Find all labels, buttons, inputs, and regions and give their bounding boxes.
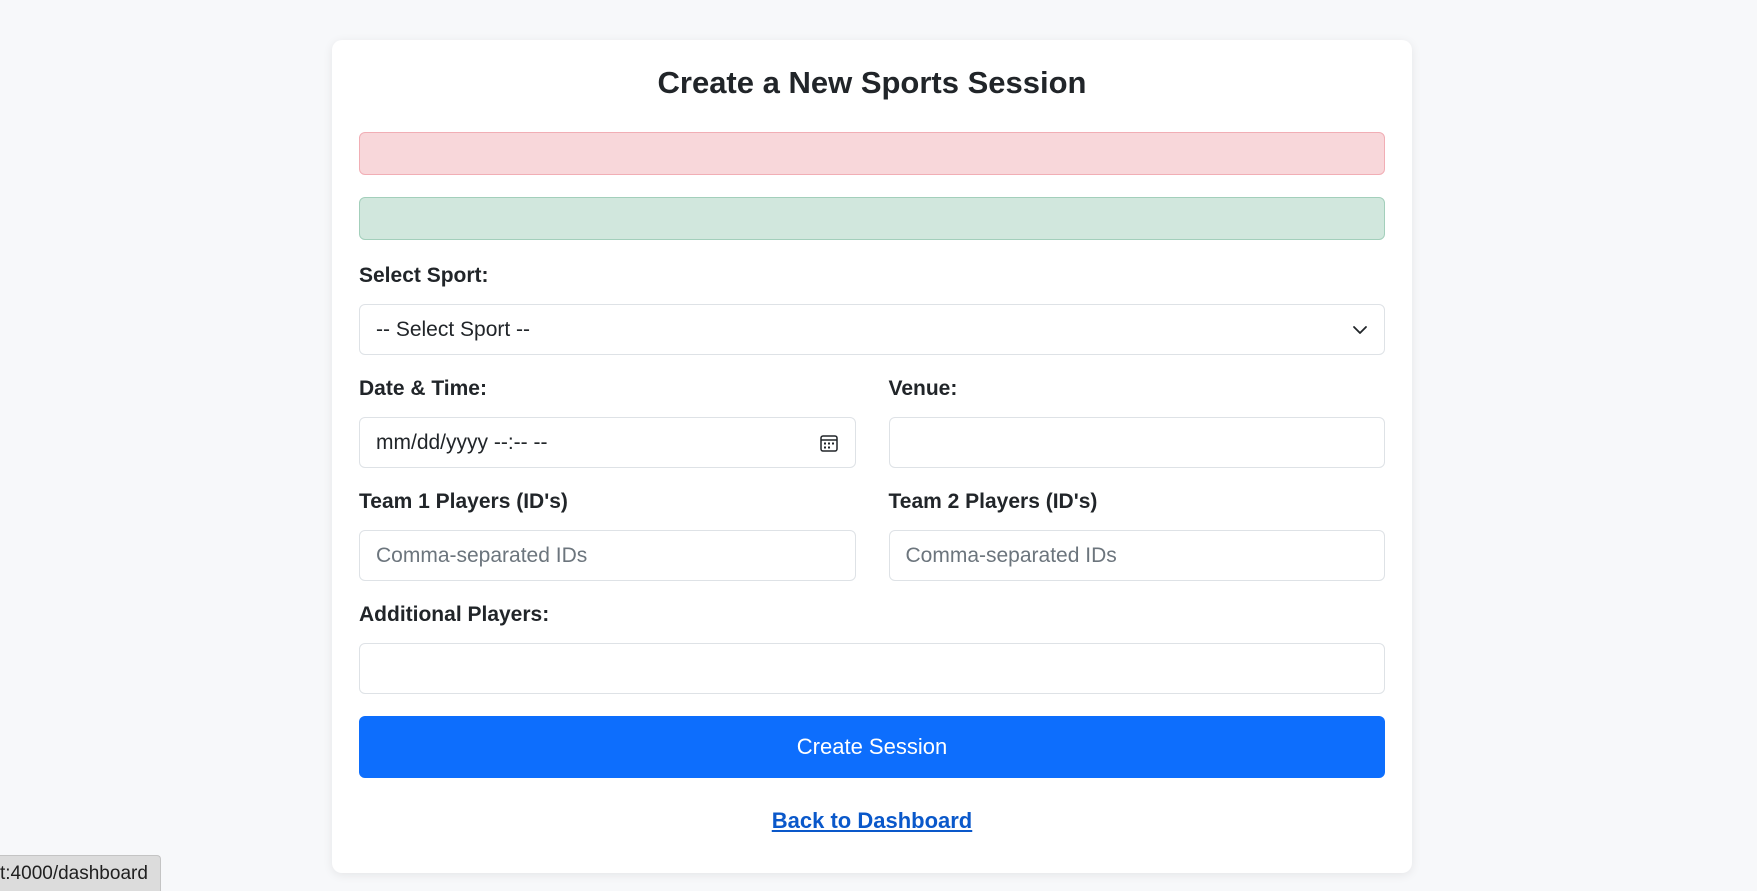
teams-row: Team 1 Players (ID's) Team 2 Players (ID… <box>359 490 1385 581</box>
error-alert <box>359 132 1385 175</box>
sport-label: Select Sport: <box>359 264 489 287</box>
create-session-button[interactable]: Create Session <box>359 716 1385 778</box>
venue-input[interactable] <box>888 417 1385 468</box>
datetime-label: Date & Time: <box>359 377 487 400</box>
team2-input[interactable] <box>888 530 1385 581</box>
datetime-input[interactable]: mm/dd/yyyy --:-- -- <box>359 417 856 468</box>
success-alert <box>359 197 1385 240</box>
session-form-card: Create a New Sports Session Select Sport… <box>332 40 1412 873</box>
additional-players-input[interactable] <box>359 643 1385 694</box>
chevron-down-icon <box>1352 322 1368 338</box>
datetime-venue-row: Date & Time: mm/dd/yyyy --:-- -- Venue: <box>359 377 1385 468</box>
team1-label: Team 1 Players (ID's) <box>359 490 568 513</box>
sport-select[interactable]: -- Select Sport -- <box>359 304 1385 355</box>
team1-group: Team 1 Players (ID's) <box>359 490 856 581</box>
datetime-value: mm/dd/yyyy --:-- -- <box>376 430 548 454</box>
calendar-icon[interactable] <box>819 433 839 453</box>
sport-group: Select Sport: -- Select Sport -- <box>359 264 1385 355</box>
team2-label: Team 2 Players (ID's) <box>888 490 1098 513</box>
additional-label: Additional Players: <box>359 603 550 626</box>
status-bar-url: t:4000/dashboard <box>0 855 161 891</box>
back-to-dashboard-link[interactable]: Back to Dashboard <box>359 808 1385 834</box>
additional-group: Additional Players: <box>359 603 1385 694</box>
team1-input[interactable] <box>359 530 856 581</box>
sport-select-value: -- Select Sport -- <box>376 317 531 341</box>
venue-group: Venue: <box>888 377 1385 468</box>
venue-label: Venue: <box>888 377 958 400</box>
page-title: Create a New Sports Session <box>657 65 1087 100</box>
datetime-group: Date & Time: mm/dd/yyyy --:-- -- <box>359 377 856 468</box>
team2-group: Team 2 Players (ID's) <box>888 490 1385 581</box>
